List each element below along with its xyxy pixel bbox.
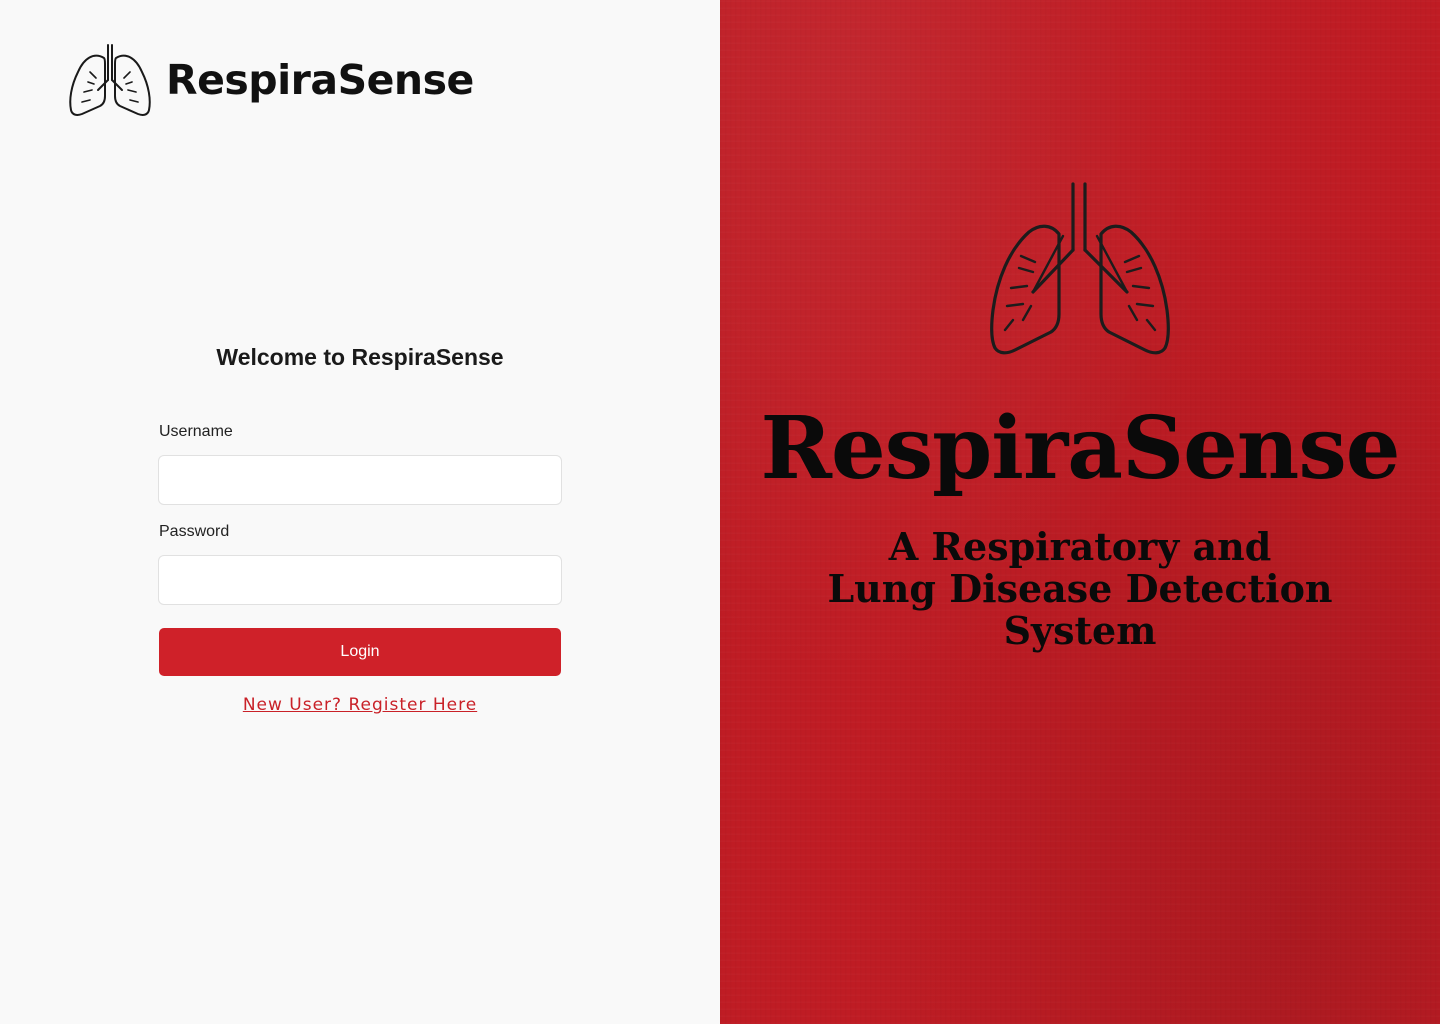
welcome-heading: Welcome to RespiraSense [216, 344, 504, 370]
hero-tagline-line-3: System [1003, 608, 1157, 653]
hero-tagline-line-2: Lung Disease Detection [827, 566, 1333, 611]
login-panel: RespiraSense Welcome to RespiraSense Use… [0, 0, 720, 1024]
hero-title: RespiraSense [760, 398, 1401, 499]
lungs-icon [69, 44, 151, 116]
password-label: Password [159, 523, 230, 540]
password-input[interactable] [158, 555, 562, 605]
lungs-icon [990, 182, 1170, 355]
hero-tagline-line-1: A Respiratory and [888, 524, 1272, 569]
hero-tagline: A Respiratory and Lung Disease Detection… [810, 526, 1350, 652]
brand-header: RespiraSense [68, 42, 474, 118]
hero-panel: RespiraSense A Respiratory and Lung Dise… [720, 0, 1440, 1024]
register-link[interactable]: New User? Register Here [243, 695, 477, 715]
username-label: Username [159, 423, 233, 440]
username-input[interactable] [158, 455, 562, 505]
login-button[interactable]: Login [159, 628, 561, 676]
brand-name: RespiraSense [166, 56, 474, 104]
register-link-wrapper: New User? Register Here [0, 695, 720, 715]
